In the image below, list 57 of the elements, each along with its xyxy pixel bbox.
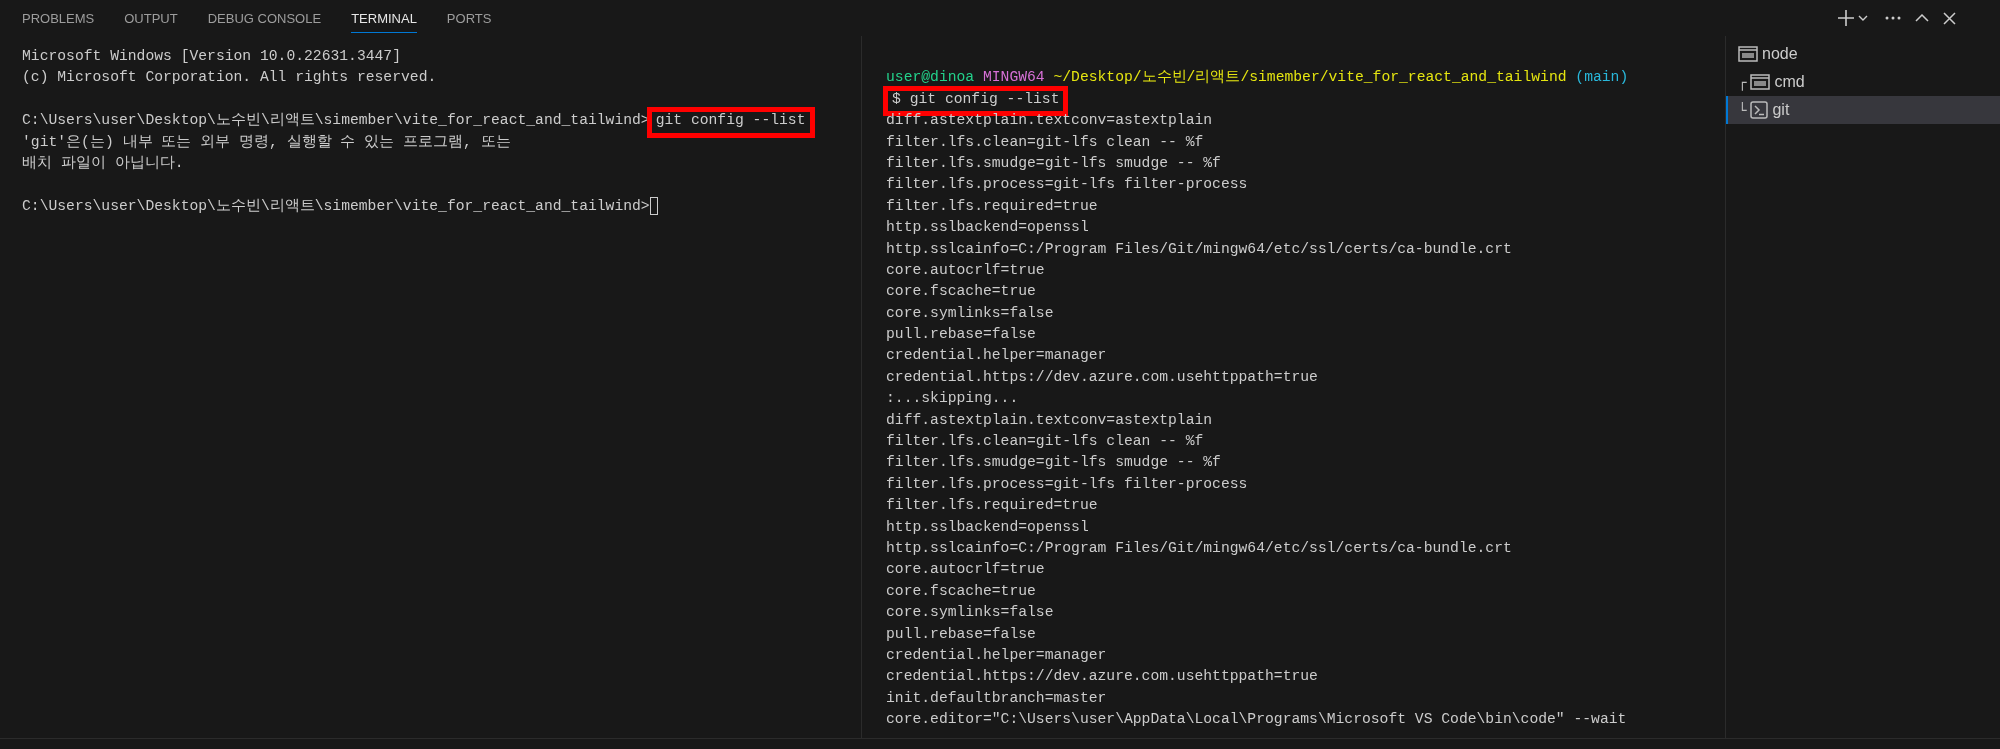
terminal-text: http.sslcainfo=C:/Program Files/Git/mingw64/etc/ssl/certs/ca-bundle.crt	[886, 540, 1512, 556]
tree-branch: └	[1738, 103, 1747, 117]
terminal-text: :...skipping...	[886, 390, 1019, 407]
terminal-text: C:\Users\user\Desktop\노수빈\리액트\simember\vite_for_react_and_tailwind>	[22, 112, 650, 129]
terminal-text: init.defaultbranch=master	[886, 689, 1107, 706]
terminal-text: filter.lfs.smudge=git-lfs smudge -- %f	[886, 154, 1221, 171]
terminal-text: filter.lfs.clean=git-lfs clean -- %f	[886, 433, 1204, 450]
terminal-text: $ git config --list	[892, 90, 1060, 107]
terminal-text: core.fscache=true	[886, 582, 1036, 599]
terminal-text: http.sslbackend=openssl	[886, 219, 1089, 236]
terminal-text: credential.helper=manager	[886, 646, 1107, 663]
terminal-text: diff.astextplain.textconv=astextplain	[886, 411, 1213, 428]
console-window-icon	[1738, 46, 1758, 62]
terminal-text: core.autocrlf=true	[886, 561, 1045, 578]
terminal-text: core.editor="C:\Users\user\AppData\Local\Programs\Microsoft VS Code\bin\code" --wait	[886, 711, 1627, 728]
terminal-text: filter.lfs.process=git-lfs filter-process	[886, 475, 1248, 492]
more-icon[interactable]	[1885, 16, 1901, 20]
terminal-list-item[interactable]: node	[1726, 40, 2000, 68]
terminal-text: filter.lfs.required=true	[886, 497, 1098, 514]
terminal-text: http.sslbackend=openssl	[886, 518, 1089, 535]
terminal-text: filter.lfs.clean=git-lfs clean -- %f	[886, 133, 1204, 150]
terminal-text: user@dinoa	[886, 69, 975, 86]
terminal-text: credential.helper=manager	[886, 347, 1107, 364]
terminal-text: http.sslcainfo=C:/Program Files/Git/mingw64/etc/ssl/certs/ca-bundle.crt	[886, 240, 1512, 257]
terminal-text: (main)	[1575, 69, 1629, 86]
terminal-text: credential.https://dev.azure.com.usehttppath=true	[886, 668, 1318, 685]
terminal-text: filter.lfs.process=git-lfs filter-process	[886, 176, 1248, 193]
terminal-text: filter.lfs.smudge=git-lfs smudge -- %f	[886, 454, 1221, 471]
terminal-text: git config --list	[655, 112, 806, 129]
maximize-panel-button[interactable]	[1915, 14, 1929, 22]
terminal-list-item[interactable]: └ git	[1726, 96, 2000, 124]
terminal-text: core.autocrlf=true	[886, 261, 1045, 278]
terminal-text: C:\Users\user\Desktop\노수빈\리액트\simember\vite_for_react_and_tailwind>	[22, 197, 650, 214]
panel-tab[interactable]: TERMINAL	[351, 3, 417, 33]
panel-tab[interactable]: DEBUG CONSOLE	[207, 3, 322, 33]
terminal-text: core.symlinks=false	[886, 604, 1054, 621]
terminal-prompt-icon	[1750, 101, 1769, 119]
panel-tab[interactable]: OUTPUT	[124, 3, 178, 33]
console-window-icon	[1750, 74, 1771, 90]
terminal-text: ~/Desktop/노수빈/리액트/simember/vite_for_react_and_tailwind	[1053, 69, 1567, 86]
terminal-list-item[interactable]: ┌ cmd	[1726, 68, 2000, 96]
panel-tab[interactable]: PROBLEMS	[22, 3, 95, 33]
terminal-text: credential.https://dev.azure.com.usehttppath=true	[886, 368, 1318, 385]
terminal-text: (c) Microsoft Corporation. All rights reserved.	[22, 69, 437, 86]
terminal-text: diff.astextplain.textconv=astextplain	[886, 112, 1213, 129]
terminal-text: 'git'은(는) 내부 또는 외부 명령, 실행할 수 있는 프로그램, 또는	[22, 133, 511, 150]
terminal-text: MINGW64	[982, 69, 1045, 86]
terminal-text: core.fscache=true	[886, 283, 1036, 300]
terminal-text: Microsoft Windows [Version 10.0.22631.3447]	[22, 48, 401, 64]
tree-branch: ┌	[1738, 75, 1747, 89]
terminal-text: filter.lfs.required=true	[886, 197, 1098, 214]
terminal-text: pull.rebase=false	[886, 625, 1036, 642]
terminal-text: pull.rebase=false	[886, 326, 1036, 343]
terminal-text: core.symlinks=false	[886, 304, 1054, 321]
close-icon[interactable]	[1943, 11, 1956, 25]
terminal-text: 배치 파일이 아닙니다.	[22, 154, 184, 171]
panel-tab[interactable]: PORTS	[446, 3, 492, 33]
